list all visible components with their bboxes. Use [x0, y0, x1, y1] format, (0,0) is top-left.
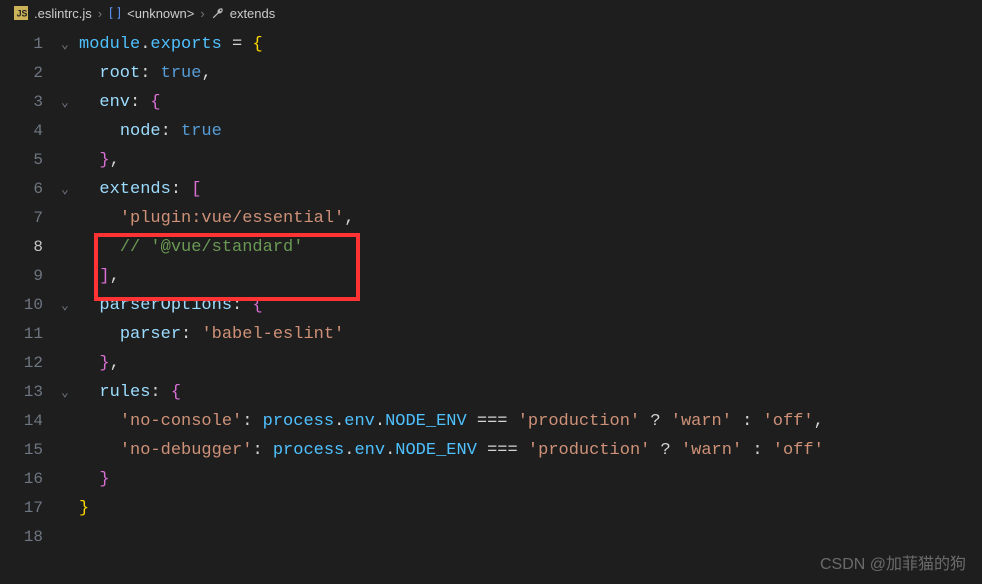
code-line[interactable]: rules: {	[77, 378, 982, 407]
code-area[interactable]: module.exports = { root: true, env: { no…	[77, 26, 982, 584]
code-line[interactable]: root: true,	[77, 59, 982, 88]
symbol-property-icon	[211, 6, 225, 20]
breadcrumb-separator: ›	[200, 6, 204, 21]
chevron-down-icon[interactable]: ⌄	[61, 291, 77, 320]
chevron-down-icon[interactable]: ⌄	[61, 378, 77, 407]
line-number: 18	[0, 523, 61, 552]
symbol-namespace-icon	[108, 6, 122, 20]
line-number: 2	[0, 59, 61, 88]
code-line[interactable]: 'no-console': process.env.NODE_ENV === '…	[77, 407, 982, 436]
chevron-down-icon[interactable]: ⌄	[61, 175, 77, 204]
line-number: 3	[0, 88, 61, 117]
line-number: 4	[0, 117, 61, 146]
code-line[interactable]: }	[77, 465, 982, 494]
code-line[interactable]: },	[77, 146, 982, 175]
line-number: 8	[0, 233, 61, 262]
line-number: 12	[0, 349, 61, 378]
line-number: 10	[0, 291, 61, 320]
breadcrumb-symbol-1[interactable]: <unknown>	[127, 6, 194, 21]
breadcrumb-file[interactable]: .eslintrc.js	[34, 6, 92, 21]
line-number-gutter: 1 2 3 4 5 6 7 8 9 10 11 12 13 14 15 16 1…	[0, 26, 61, 584]
line-number: 1	[0, 30, 61, 59]
fold-gutter: ⌄ ⌄ ⌄ ⌄ ⌄	[61, 26, 77, 584]
code-line[interactable]: env: {	[77, 88, 982, 117]
code-line[interactable]	[77, 523, 982, 552]
line-number: 5	[0, 146, 61, 175]
code-line[interactable]: },	[77, 349, 982, 378]
code-line[interactable]: module.exports = {	[77, 30, 982, 59]
chevron-down-icon[interactable]: ⌄	[61, 88, 77, 117]
code-line[interactable]: 'plugin:vue/essential',	[77, 204, 982, 233]
line-number: 14	[0, 407, 61, 436]
chevron-down-icon[interactable]: ⌄	[61, 30, 77, 59]
line-number: 17	[0, 494, 61, 523]
breadcrumb-symbol-2[interactable]: extends	[230, 6, 276, 21]
svg-text:JS: JS	[17, 9, 28, 19]
code-editor[interactable]: 1 2 3 4 5 6 7 8 9 10 11 12 13 14 15 16 1…	[0, 26, 982, 584]
code-line[interactable]: extends: [	[77, 175, 982, 204]
code-line[interactable]: // '@vue/standard'	[77, 233, 982, 262]
code-line[interactable]: parserOptions: {	[77, 291, 982, 320]
code-line[interactable]: 'no-debugger': process.env.NODE_ENV === …	[77, 436, 982, 465]
code-line[interactable]: ],	[77, 262, 982, 291]
line-number: 9	[0, 262, 61, 291]
line-number: 15	[0, 436, 61, 465]
code-line[interactable]: node: true	[77, 117, 982, 146]
code-line[interactable]: parser: 'babel-eslint'	[77, 320, 982, 349]
breadcrumb-separator: ›	[98, 6, 102, 21]
line-number: 16	[0, 465, 61, 494]
breadcrumb[interactable]: JS .eslintrc.js › <unknown> › extends	[0, 0, 982, 26]
line-number: 7	[0, 204, 61, 233]
code-line[interactable]: }	[77, 494, 982, 523]
line-number: 6	[0, 175, 61, 204]
js-file-icon: JS	[14, 6, 28, 20]
line-number: 11	[0, 320, 61, 349]
line-number: 13	[0, 378, 61, 407]
